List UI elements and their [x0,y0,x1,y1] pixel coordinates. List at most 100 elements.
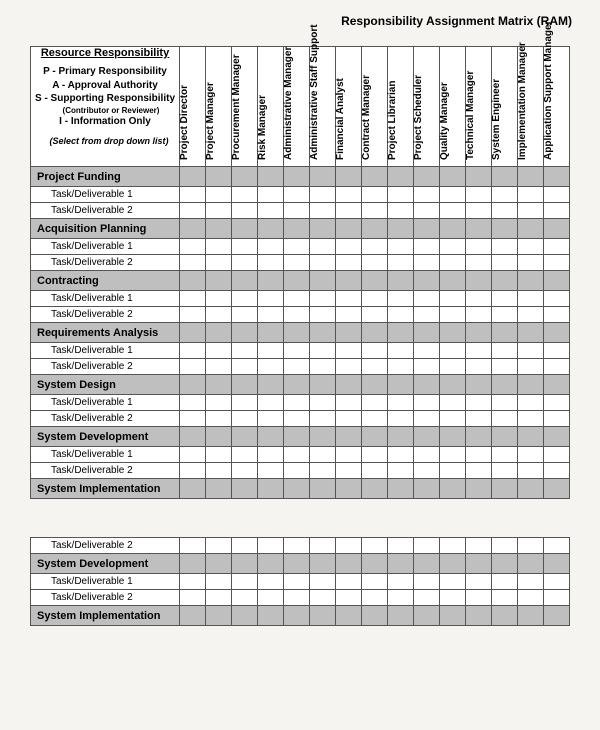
assignment-cell[interactable] [232,411,258,427]
assignment-cell[interactable] [518,479,544,499]
assignment-cell[interactable] [180,323,206,343]
assignment-cell[interactable] [518,219,544,239]
assignment-cell[interactable] [518,239,544,255]
assignment-cell[interactable] [206,239,232,255]
assignment-cell[interactable] [388,375,414,395]
assignment-cell[interactable] [362,463,388,479]
assignment-cell[interactable] [336,167,362,187]
assignment-cell[interactable] [414,606,440,626]
assignment-cell[interactable] [440,590,466,606]
assignment-cell[interactable] [362,447,388,463]
assignment-cell[interactable] [362,375,388,395]
assignment-cell[interactable] [466,538,492,554]
assignment-cell[interactable] [518,291,544,307]
assignment-cell[interactable] [284,538,310,554]
assignment-cell[interactable] [258,463,284,479]
assignment-cell[interactable] [310,375,336,395]
assignment-cell[interactable] [284,606,310,626]
assignment-cell[interactable] [310,255,336,271]
assignment-cell[interactable] [284,167,310,187]
assignment-cell[interactable] [492,395,518,411]
assignment-cell[interactable] [440,359,466,375]
assignment-cell[interactable] [180,554,206,574]
assignment-cell[interactable] [336,219,362,239]
assignment-cell[interactable] [518,167,544,187]
assignment-cell[interactable] [466,574,492,590]
assignment-cell[interactable] [544,554,570,574]
assignment-cell[interactable] [336,590,362,606]
assignment-cell[interactable] [258,323,284,343]
assignment-cell[interactable] [440,375,466,395]
assignment-cell[interactable] [440,307,466,323]
assignment-cell[interactable] [310,167,336,187]
assignment-cell[interactable] [232,323,258,343]
assignment-cell[interactable] [232,463,258,479]
assignment-cell[interactable] [544,307,570,323]
assignment-cell[interactable] [206,291,232,307]
assignment-cell[interactable] [362,343,388,359]
assignment-cell[interactable] [232,203,258,219]
assignment-cell[interactable] [232,447,258,463]
assignment-cell[interactable] [206,427,232,447]
assignment-cell[interactable] [362,291,388,307]
assignment-cell[interactable] [518,271,544,291]
assignment-cell[interactable] [362,411,388,427]
assignment-cell[interactable] [388,479,414,499]
assignment-cell[interactable] [362,239,388,255]
assignment-cell[interactable] [440,395,466,411]
assignment-cell[interactable] [232,427,258,447]
assignment-cell[interactable] [206,187,232,203]
assignment-cell[interactable] [518,307,544,323]
assignment-cell[interactable] [180,606,206,626]
assignment-cell[interactable] [284,427,310,447]
assignment-cell[interactable] [180,479,206,499]
assignment-cell[interactable] [414,554,440,574]
assignment-cell[interactable] [206,255,232,271]
assignment-cell[interactable] [518,447,544,463]
assignment-cell[interactable] [336,538,362,554]
assignment-cell[interactable] [544,359,570,375]
assignment-cell[interactable] [440,538,466,554]
assignment-cell[interactable] [258,574,284,590]
assignment-cell[interactable] [466,375,492,395]
assignment-cell[interactable] [492,554,518,574]
assignment-cell[interactable] [388,167,414,187]
assignment-cell[interactable] [258,447,284,463]
assignment-cell[interactable] [362,359,388,375]
assignment-cell[interactable] [492,239,518,255]
assignment-cell[interactable] [336,239,362,255]
assignment-cell[interactable] [362,427,388,447]
assignment-cell[interactable] [180,574,206,590]
assignment-cell[interactable] [492,271,518,291]
assignment-cell[interactable] [544,203,570,219]
assignment-cell[interactable] [284,447,310,463]
assignment-cell[interactable] [310,463,336,479]
assignment-cell[interactable] [492,606,518,626]
assignment-cell[interactable] [518,375,544,395]
assignment-cell[interactable] [206,343,232,359]
assignment-cell[interactable] [544,167,570,187]
assignment-cell[interactable] [492,255,518,271]
assignment-cell[interactable] [180,203,206,219]
assignment-cell[interactable] [180,375,206,395]
assignment-cell[interactable] [310,554,336,574]
assignment-cell[interactable] [336,463,362,479]
assignment-cell[interactable] [414,463,440,479]
assignment-cell[interactable] [284,239,310,255]
assignment-cell[interactable] [388,323,414,343]
assignment-cell[interactable] [206,219,232,239]
assignment-cell[interactable] [518,427,544,447]
assignment-cell[interactable] [362,554,388,574]
assignment-cell[interactable] [544,239,570,255]
assignment-cell[interactable] [518,395,544,411]
assignment-cell[interactable] [466,203,492,219]
assignment-cell[interactable] [544,219,570,239]
assignment-cell[interactable] [466,167,492,187]
assignment-cell[interactable] [518,359,544,375]
assignment-cell[interactable] [414,411,440,427]
assignment-cell[interactable] [258,395,284,411]
assignment-cell[interactable] [518,203,544,219]
assignment-cell[interactable] [284,271,310,291]
assignment-cell[interactable] [388,307,414,323]
assignment-cell[interactable] [232,479,258,499]
